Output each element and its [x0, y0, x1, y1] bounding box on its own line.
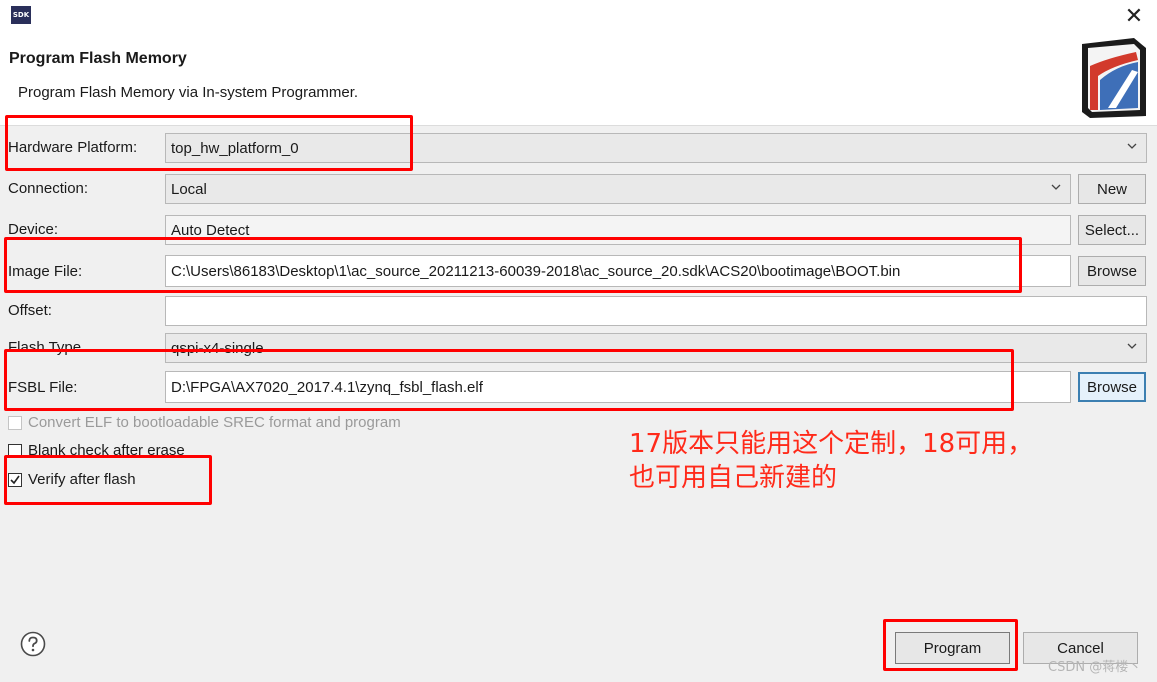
offset-label: Offset: [8, 302, 52, 319]
help-icon[interactable] [20, 631, 46, 657]
dialog-title: Program Flash Memory [9, 50, 187, 67]
watermark: CSDN @蒋楼丶 [1048, 660, 1142, 675]
annotation-note: 17版本只能用这个定制，18可用， 也可用自己新建的 [629, 427, 1033, 495]
chevron-down-icon [1127, 343, 1137, 349]
convert-elf-label: Convert ELF to bootloadable SREC format … [28, 414, 401, 431]
highlight-program-button [883, 619, 1018, 671]
highlight-image-file [4, 237, 1022, 293]
highlight-fsbl-file [4, 349, 1014, 411]
annotation-line-1: 17版本只能用这个定制，18可用， [629, 429, 1034, 459]
dialog-subtitle: Program Flash Memory via In-system Progr… [18, 84, 359, 101]
flash-wizard-icon [1082, 38, 1146, 118]
offset-input[interactable] [165, 296, 1147, 326]
select-device-button[interactable]: Select... [1078, 215, 1146, 245]
annotation-line-2: 也可用自己新建的 [629, 463, 838, 493]
convert-elf-option: Convert ELF to bootloadable SREC format … [8, 414, 401, 431]
sdk-app-icon: SDK [11, 6, 31, 24]
image-file-browse-button[interactable]: Browse [1078, 256, 1146, 286]
chevron-down-icon [1127, 143, 1137, 149]
highlight-verify [4, 455, 212, 505]
close-icon[interactable]: ✕ [1120, 2, 1148, 30]
connection-label: Connection: [8, 180, 89, 197]
connection-select[interactable]: Local [165, 174, 1071, 204]
dialog-header: SDK ✕ Program Flash Memory Program Flash… [0, 0, 1157, 126]
chevron-down-icon [1051, 184, 1061, 190]
device-label: Device: [8, 221, 59, 238]
new-connection-button[interactable]: New [1078, 174, 1146, 204]
fsbl-file-browse-button[interactable]: Browse [1078, 372, 1146, 402]
device-value: Auto Detect [171, 221, 250, 239]
highlight-hardware-platform [5, 115, 413, 171]
convert-elf-checkbox [8, 415, 22, 430]
connection-value: Local [171, 180, 207, 198]
